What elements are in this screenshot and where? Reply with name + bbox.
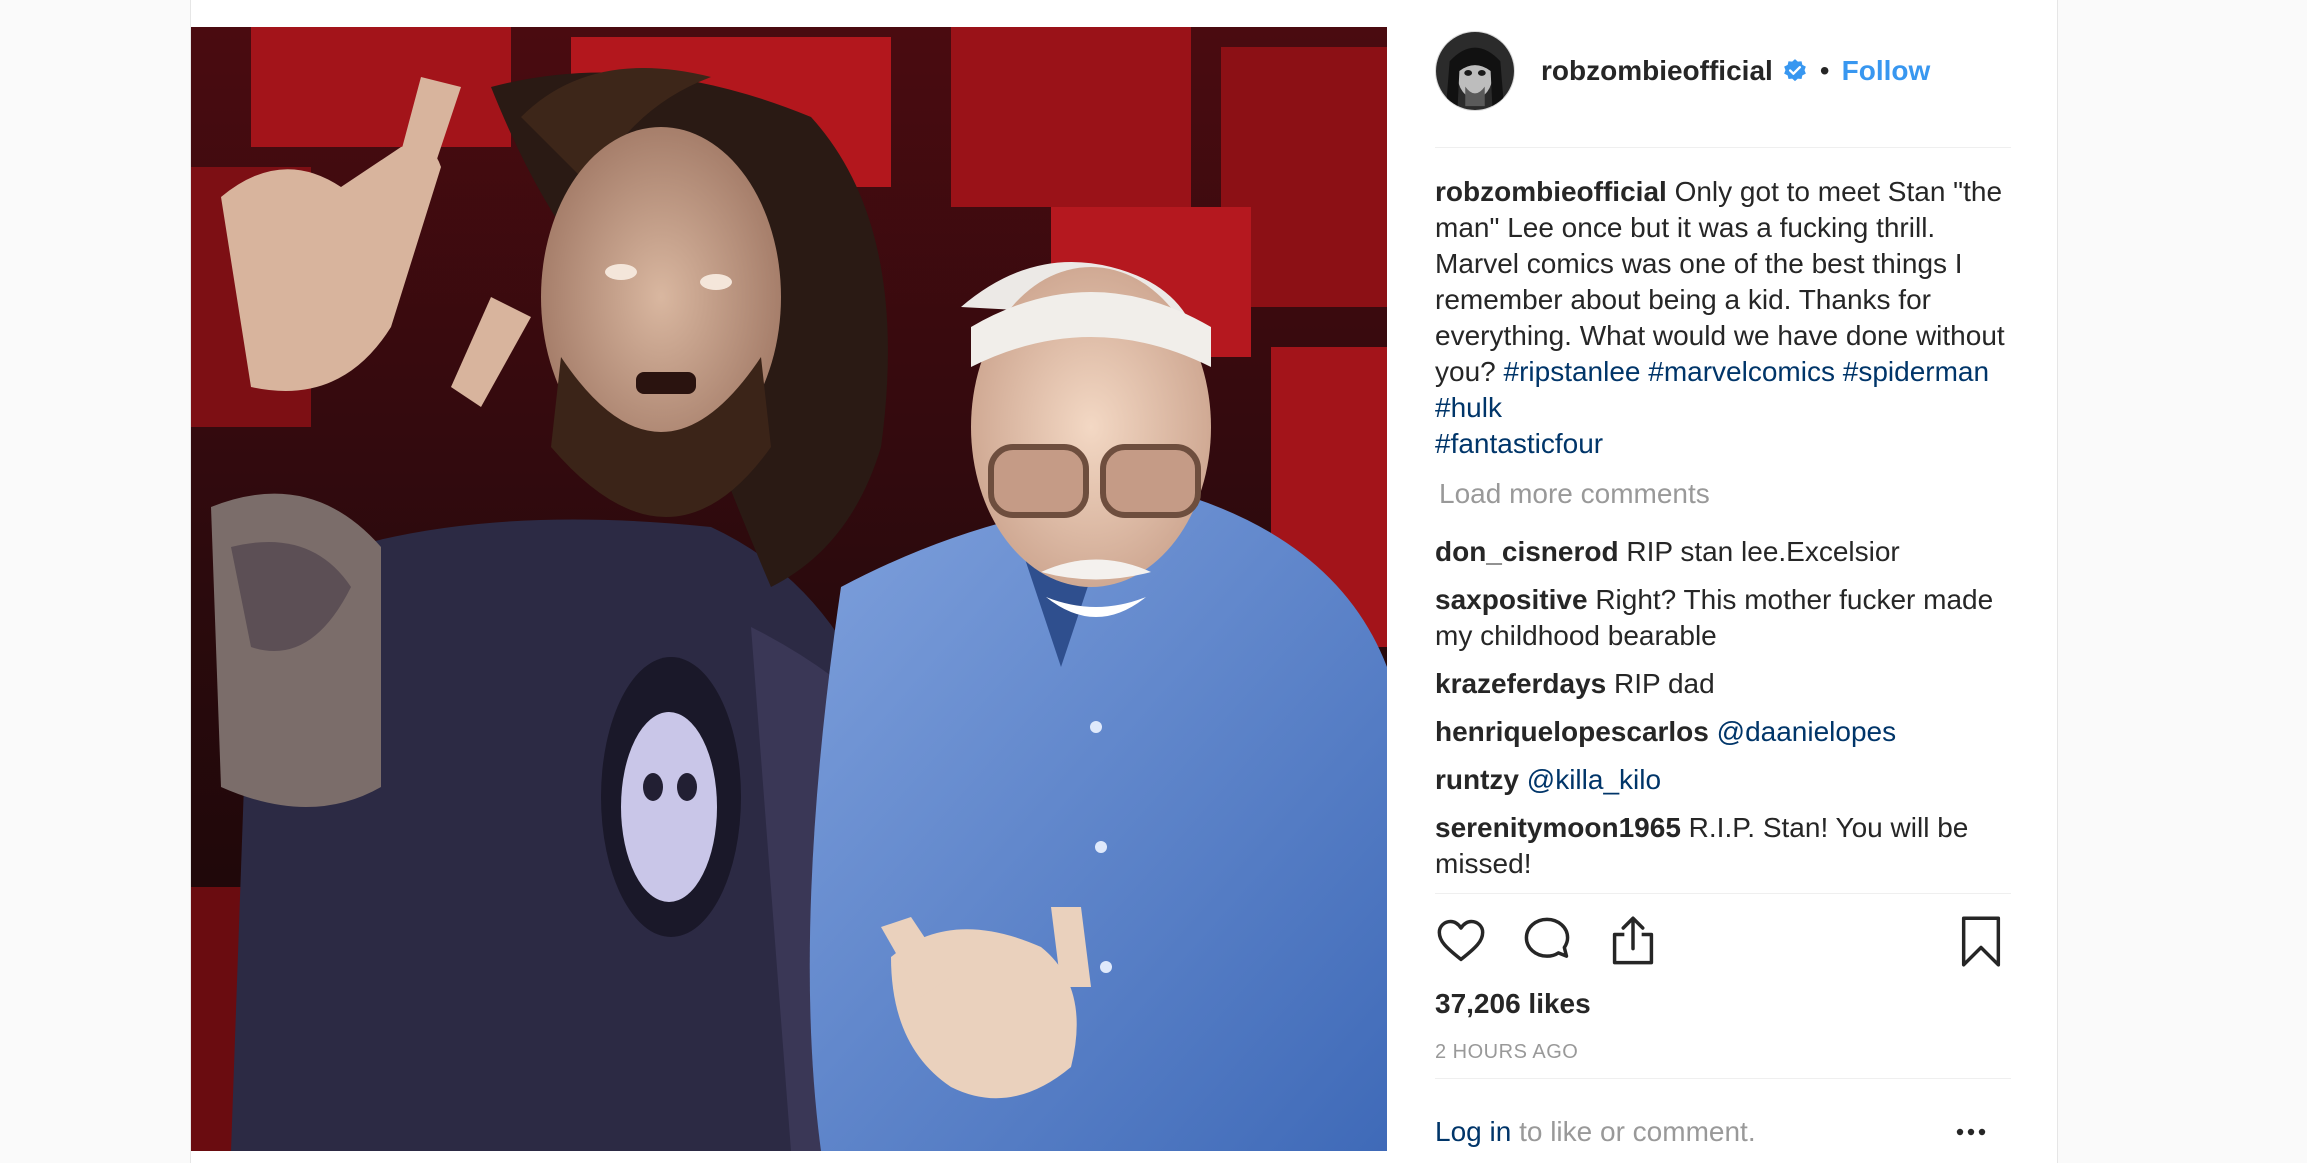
post-sidebar: robzombieofficial • Follow robzombieoffi… (1435, 0, 2011, 1163)
verified-badge-icon (1783, 59, 1806, 82)
comment-text: RIP stan lee.Excelsior (1626, 536, 1900, 567)
comment-username[interactable]: runtzy (1435, 764, 1519, 795)
ellipsis-icon (1956, 1128, 1986, 1136)
comments-divider (1435, 893, 2011, 894)
caption-username[interactable]: robzombieofficial (1435, 176, 1667, 207)
share-icon (1612, 916, 1654, 965)
header-separator: • (1819, 55, 1830, 86)
post-timestamp[interactable]: 2 HOURS AGO (1435, 1041, 1578, 1064)
comment-item: serenitymoon1965 R.I.P. Stan! You will b… (1435, 810, 2011, 882)
share-button[interactable] (1607, 915, 1659, 967)
load-more-comments-button[interactable]: Load more comments (1439, 478, 1710, 510)
save-button[interactable] (1955, 915, 2007, 967)
hashtag-spiderman[interactable]: #spiderman (1843, 356, 1989, 387)
comment-username[interactable]: krazeferdays (1435, 668, 1606, 699)
heart-icon (1437, 919, 1485, 962)
hashtag-hulk[interactable]: #hulk (1435, 392, 1502, 423)
comment-username[interactable]: henriquelopescarlos (1435, 716, 1709, 747)
hashtag-fantasticfour[interactable]: #fantasticfour (1435, 428, 1603, 459)
post-photo-art (191, 27, 1387, 1151)
comment-button[interactable] (1521, 915, 1573, 967)
login-prompt: Log in to like or comment. (1435, 1116, 2011, 1148)
comment-item: henriquelopescarlos @daanielopes (1435, 714, 2011, 750)
comment-item: don_cisnerod RIP stan lee.Excelsior (1435, 534, 2011, 570)
comment-item: saxpositive Right? This mother fucker ma… (1435, 582, 2011, 654)
like-count[interactable]: 37,206 likes (1435, 988, 1591, 1020)
bookmark-icon (1961, 916, 2001, 967)
comment-username[interactable]: serenitymoon1965 (1435, 812, 1681, 843)
comment-mention[interactable]: @daanielopes (1717, 716, 1896, 747)
footer-divider (1435, 1078, 2011, 1079)
more-options-button[interactable] (1955, 1124, 1987, 1142)
comment-mention[interactable]: @killa_kilo (1527, 764, 1661, 795)
post-photo[interactable] (191, 27, 1387, 1151)
header-username[interactable]: robzombieofficial (1541, 55, 1773, 87)
action-bar (1435, 915, 2011, 971)
hashtag-ripstanlee[interactable]: #ripstanlee (1504, 356, 1641, 387)
login-suffix: to like or comment. (1511, 1116, 1756, 1147)
avatar[interactable] (1435, 31, 1515, 111)
post-card: robzombieofficial • Follow robzombieoffi… (190, 0, 2058, 1163)
comment-list: don_cisnerod RIP stan lee.Excelsior saxp… (1435, 534, 2011, 894)
post-caption: robzombieofficial Only got to meet Stan … (1435, 174, 2011, 462)
comment-icon (1524, 917, 1570, 958)
follow-button[interactable]: Follow (1842, 55, 1931, 87)
avatar-image (1436, 32, 1514, 110)
comment-username[interactable]: saxpositive (1435, 584, 1588, 615)
post-header: robzombieofficial • Follow (1435, 30, 2011, 112)
hashtag-marvelcomics[interactable]: #marvelcomics (1648, 356, 1835, 387)
like-button[interactable] (1435, 915, 1487, 967)
login-link[interactable]: Log in (1435, 1116, 1511, 1147)
comment-item: runtzy @killa_kilo (1435, 762, 2011, 798)
header-divider (1435, 147, 2011, 148)
comment-item: krazeferdays RIP dad (1435, 666, 2011, 702)
comment-username[interactable]: don_cisnerod (1435, 536, 1619, 567)
comment-text: RIP dad (1614, 668, 1715, 699)
